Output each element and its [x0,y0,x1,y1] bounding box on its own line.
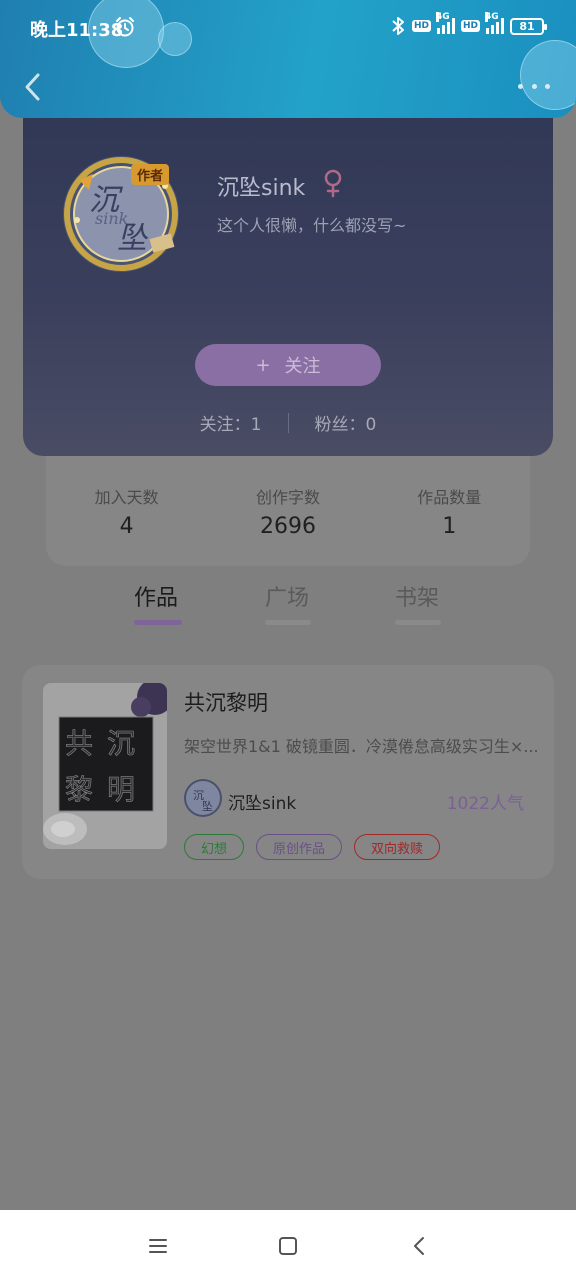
work-title[interactable]: 共沉黎明 [184,687,268,717]
svg-text:sink: sink [95,209,128,228]
home-icon[interactable] [276,1234,300,1258]
decor-bubble [520,40,576,110]
tab-works[interactable]: 作品 [134,580,178,612]
followers-stat[interactable]: 粉丝：0 [315,410,377,435]
stat-value: 1 [442,514,457,539]
stat-value: 2696 [259,514,316,539]
female-icon [324,169,342,198]
stat-value: 4 [119,514,134,539]
following-count: 1 [250,415,262,435]
tag-redemption[interactable]: 双向救赎 [354,834,441,860]
signal-icon: 4G [435,12,455,34]
tag-fantasy[interactable]: 幻想 [184,834,245,860]
menu-icon[interactable] [146,1234,170,1258]
battery-level: 81 [519,19,535,33]
stat-label: 加入天数 [94,488,159,507]
stats-card: 加入天数 4 创作字数 2696 作品数量 1 [46,440,530,566]
book-cover[interactable]: 共 沉 黎 明 [43,683,167,849]
avatar[interactable]: 沉 坠 sink 作者 [59,150,183,274]
status-icons: HD 4G HD 4G 81 [390,12,547,36]
user-bio: 这个人很懒，什么都没写~ [217,216,407,235]
follow-button[interactable]: + 关注 [195,344,381,386]
divider [287,412,289,433]
svg-text:共: 共 [65,727,93,760]
content-tabs: 作品 广场 书架 [0,580,576,630]
author-badge: 作者 [131,164,170,185]
followers-label: 粉丝 [314,415,349,435]
stat-label: 作品数量 [417,488,482,507]
username: 沉坠sink [217,176,306,201]
work-card[interactable]: 共 沉 黎 明 共沉黎明 架空世界1&1 破镜重圆．冷漠倦怠高级实习生×... … [22,665,554,879]
signal-icon: 4G [485,12,504,34]
popularity-count: 1022人气 [446,794,524,814]
stat-word-count: 创作字数 2696 [218,484,358,566]
more-dots-icon [518,83,523,89]
hd-badge: HD [411,20,431,32]
plus-icon: + [255,354,271,376]
stat-label: 创作字数 [255,488,320,507]
tab-bookshelf[interactable]: 书架 [395,580,439,612]
decor-bubble [158,22,192,56]
following-stat[interactable]: 关注：1 [200,410,262,435]
following-label: 关注 [199,415,234,435]
work-tags: 幻想 原创作品 双向救赎 [184,834,441,860]
back-button[interactable] [18,70,48,104]
tag-original[interactable]: 原创作品 [256,834,343,860]
back-nav-icon[interactable] [408,1234,432,1258]
alarm-icon [116,17,134,37]
stat-work-count: 作品数量 1 [379,484,519,566]
svg-text:明: 明 [107,773,135,806]
tab-square[interactable]: 广场 [265,580,309,612]
tab-indicator [134,620,182,625]
svg-text:坠: 坠 [202,800,213,813]
followers-count: 0 [365,415,377,435]
bluetooth-icon [392,17,404,35]
svg-text:黎: 黎 [65,773,93,806]
hd-badge: HD [460,20,480,32]
stat-join-days: 加入天数 4 [57,484,197,566]
system-nav-bar [0,1210,576,1280]
work-description: 架空世界1&1 破镜重圆．冷漠倦怠高级实习生×... [184,737,539,756]
chevron-left-icon [25,73,40,101]
tab-underline [395,620,441,625]
battery-icon: 81 [510,17,547,35]
profile-card: 沉 坠 sink 作者 沉坠sink 这个人很懒，什么都没写~ + 关注 关注：… [23,100,553,456]
svg-text:沉: 沉 [107,727,135,760]
follow-counts: 关注：1 粉丝：0 [23,410,553,435]
tab-underline [265,620,311,625]
more-button[interactable] [518,80,550,92]
header-bar: 晚上11:38 HD 4G HD 4G 81 [0,0,576,118]
author-name[interactable]: 沉坠sink [228,789,296,814]
status-time: 晚上11:38 [30,20,124,41]
author-avatar[interactable]: 沉 坠 [184,779,222,817]
follow-button-label: 关注 [284,356,321,377]
